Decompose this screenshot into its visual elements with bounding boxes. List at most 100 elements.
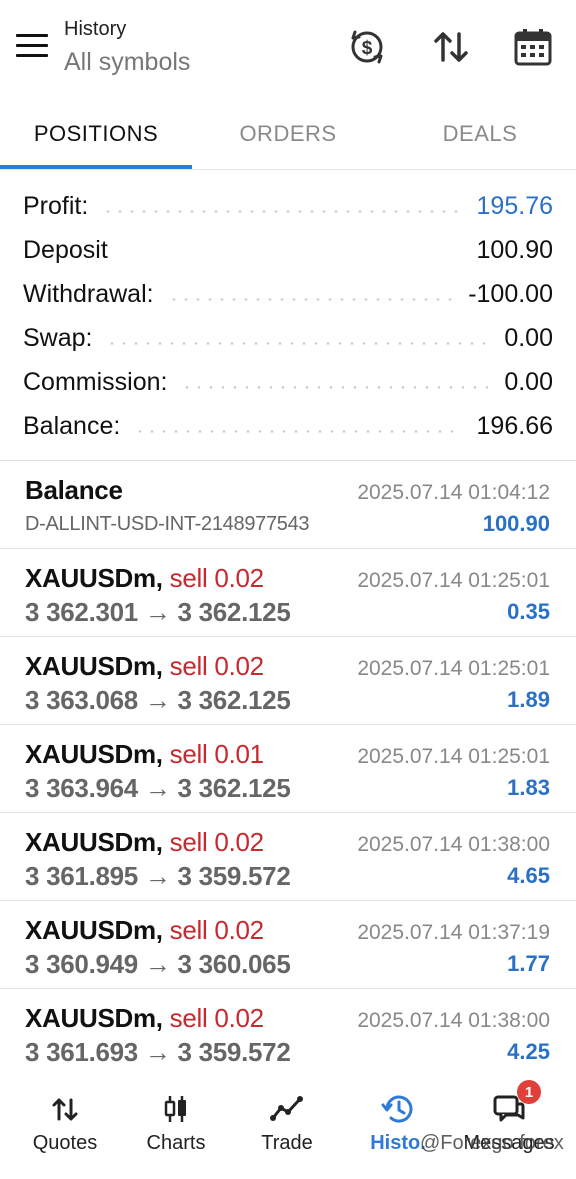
nav-trade[interactable]: Trade: [231, 1072, 343, 1179]
summary-row-swap: Swap: 0.00: [0, 316, 576, 360]
dotted-leader: [134, 429, 463, 433]
balance-entry[interactable]: Balance D-ALLINT-USD-INT-2148977543 2025…: [0, 461, 576, 549]
position-row[interactable]: XAUUSDm, sell 0.02 3 361.895 → 3 359.572…: [0, 813, 576, 901]
position-profit: 1.89: [507, 687, 550, 712]
entry-amount: 100.90: [482, 511, 550, 536]
position-row[interactable]: XAUUSDm, sell 0.02 3 360.949 → 3 360.065…: [0, 901, 576, 989]
summary-value: 195.76: [462, 191, 553, 221]
summary-label: Deposit: [23, 235, 122, 265]
summary-row-balance: Balance: 196.66: [0, 404, 576, 448]
menu-icon-bar: [16, 54, 48, 57]
dotted-leader: [106, 341, 491, 345]
history-list: Balance D-ALLINT-USD-INT-2148977543 2025…: [0, 461, 576, 1077]
position-symbol: XAUUSDm,: [25, 651, 163, 681]
summary-label: Balance:: [23, 411, 135, 441]
tab-deals[interactable]: DEALS: [384, 98, 576, 170]
position-time: 2025.07.14 01:38:00: [357, 1009, 550, 1032]
position-side: sell 0.02: [169, 915, 264, 945]
dotted-leader: [102, 209, 463, 213]
position-symbol: XAUUSDm,: [25, 563, 163, 593]
position-profit: 4.65: [507, 863, 550, 888]
position-time: 2025.07.14 01:38:00: [357, 833, 550, 856]
summary-row-profit: Profit: 195.76: [0, 184, 576, 228]
position-time: 2025.07.14 01:25:01: [357, 745, 550, 768]
quotes-icon: [48, 1092, 82, 1126]
nav-history[interactable]: Histo.: [342, 1072, 454, 1179]
summary-label: Commission:: [23, 367, 182, 397]
sort-icon[interactable]: [430, 26, 472, 68]
charts-icon: [159, 1092, 193, 1126]
nav-label: Trade: [261, 1132, 313, 1154]
dotted-leader: [167, 297, 455, 301]
summary-value: 100.90: [462, 235, 553, 265]
position-profit: 0.35: [507, 599, 550, 624]
position-title: XAUUSDm, sell 0.01: [25, 739, 264, 770]
dotted-leader: [181, 385, 491, 389]
position-symbol: XAUUSDm,: [25, 1003, 163, 1033]
position-title: XAUUSDm, sell 0.02: [25, 563, 264, 594]
tab-orders[interactable]: ORDERS: [192, 98, 384, 170]
summary-row-deposit: Deposit 100.90: [0, 228, 576, 272]
position-profit: 4.25: [507, 1039, 550, 1064]
summary-label: Profit:: [23, 191, 103, 221]
symbol-filter[interactable]: All symbols: [64, 48, 190, 77]
entry-title: Balance: [25, 475, 123, 505]
position-time: 2025.07.14 01:37:19: [357, 921, 550, 944]
position-prices: 3 360.949 → 3 360.065: [25, 949, 291, 979]
menu-button[interactable]: [16, 34, 48, 60]
bottom-navigation: Quotes Charts Trade Histo. 1 Messages: [0, 1072, 576, 1179]
summary-value: 196.66: [462, 411, 553, 441]
summary-value: 0.00: [490, 323, 553, 353]
summary-panel: Profit: 195.76 Deposit 100.90 Withdrawal…: [0, 184, 576, 448]
position-symbol: XAUUSDm,: [25, 915, 163, 945]
position-prices: 3 361.895 → 3 359.572: [25, 861, 291, 891]
position-time: 2025.07.14 01:25:01: [357, 657, 550, 680]
menu-icon-bar: [16, 44, 48, 47]
position-profit: 1.77: [507, 951, 550, 976]
position-title: XAUUSDm, sell 0.02: [25, 915, 264, 946]
app-header: History All symbols $: [0, 0, 576, 98]
position-symbol: XAUUSDm,: [25, 739, 163, 769]
calendar-icon[interactable]: [512, 26, 554, 68]
trade-icon: [270, 1092, 304, 1126]
position-row[interactable]: XAUUSDm, sell 0.02 3 361.693 → 3 359.572…: [0, 989, 576, 1077]
position-title: XAUUSDm, sell 0.02: [25, 827, 264, 858]
summary-label: Swap:: [23, 323, 107, 353]
position-row[interactable]: XAUUSDm, sell 0.01 3 363.964 → 3 362.125…: [0, 725, 576, 813]
nav-label: Quotes: [32, 1132, 98, 1154]
summary-row-commission: Commission: 0.00: [0, 360, 576, 404]
menu-icon-bar: [16, 34, 48, 37]
position-profit: 1.83: [507, 775, 550, 800]
entry-time: 2025.07.14 01:04:12: [357, 481, 550, 504]
history-icon: [381, 1092, 415, 1126]
position-row[interactable]: XAUUSDm, sell 0.02 3 363.068 → 3 362.125…: [0, 637, 576, 725]
position-time: 2025.07.14 01:25:01: [357, 569, 550, 592]
position-side: sell 0.02: [169, 563, 264, 593]
position-symbol: XAUUSDm,: [25, 827, 163, 857]
summary-row-withdrawal: Withdrawal: -100.00: [0, 272, 576, 316]
position-title: XAUUSDm, sell 0.02: [25, 1003, 264, 1034]
summary-value: -100.00: [454, 279, 553, 309]
unread-badge: 1: [517, 1080, 541, 1104]
nav-messages[interactable]: 1 Messages: [453, 1072, 565, 1179]
position-side: sell 0.02: [169, 827, 264, 857]
position-prices: 3 363.068 → 3 362.125: [25, 685, 291, 715]
page-title: History: [64, 18, 127, 40]
nav-charts[interactable]: Charts: [120, 1072, 232, 1179]
summary-value: 0.00: [490, 367, 553, 397]
currency-exchange-icon[interactable]: $: [346, 26, 388, 68]
nav-quotes[interactable]: Quotes: [9, 1072, 121, 1179]
position-prices: 3 363.964 → 3 362.125: [25, 773, 291, 803]
position-prices: 3 362.301 → 3 362.125: [25, 597, 291, 627]
position-side: sell 0.02: [169, 1003, 264, 1033]
tab-positions[interactable]: POSITIONS: [0, 98, 192, 170]
position-side: sell 0.01: [169, 739, 264, 769]
account-id: D-ALLINT-USD-INT-2148977543: [25, 513, 310, 535]
position-side: sell 0.02: [169, 651, 264, 681]
position-row[interactable]: XAUUSDm, sell 0.02 3 362.301 → 3 362.125…: [0, 549, 576, 637]
summary-label: Withdrawal:: [23, 279, 168, 309]
position-prices: 3 361.693 → 3 359.572: [25, 1037, 291, 1067]
svg-text:$: $: [362, 38, 373, 59]
watermark-text: @Forexgo forex: [420, 1132, 564, 1154]
history-tabs: POSITIONS ORDERS DEALS: [0, 98, 576, 170]
